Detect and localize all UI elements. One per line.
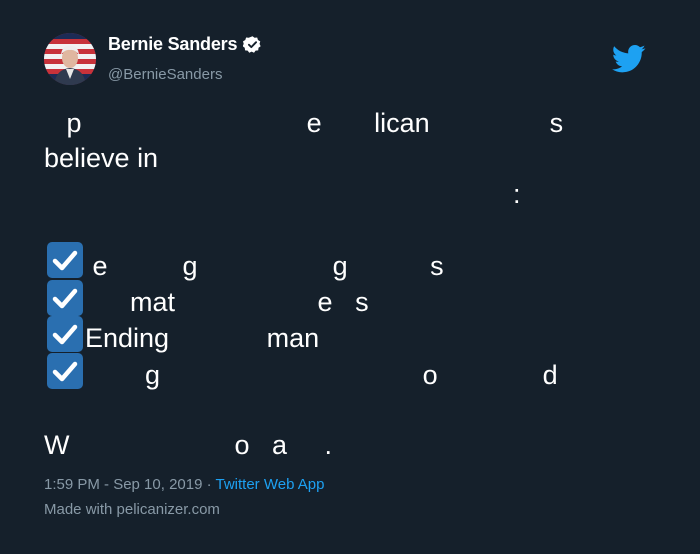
author-handle[interactable]: @BernieSanders <box>108 66 222 83</box>
author-name-row[interactable]: Bernie Sanders <box>108 34 262 55</box>
tweet-timestamp[interactable]: 1:59 PM - Sep 10, 2019 <box>44 476 202 493</box>
avatar[interactable] <box>44 33 96 85</box>
twitter-bird-icon[interactable] <box>611 44 646 74</box>
check-box-icon <box>47 316 83 352</box>
tweet-text-line-1: p e lican s <box>44 108 564 138</box>
display-name[interactable]: Bernie Sanders <box>108 34 237 55</box>
tweet-card: Bernie Sanders @BernieSanders p e lican … <box>0 0 700 554</box>
source-app-link[interactable]: Twitter Web App <box>216 476 325 493</box>
tweet-closing-line: W o a . <box>44 430 333 460</box>
check-box-icon <box>47 353 83 389</box>
check-item-4-text: g o d <box>85 360 558 390</box>
check-item-3-text: Ending man <box>85 323 320 353</box>
meta-separator: · <box>202 476 216 493</box>
check-item-1-text: e g g s <box>85 251 444 281</box>
made-with-credit: Made with pelicanizer.com <box>44 501 220 518</box>
verified-badge-icon <box>242 35 262 54</box>
tweet-meta: 1:59 PM - Sep 10, 2019 · Twitter Web App <box>44 476 324 493</box>
tweet-text-line-2: believe in <box>44 143 159 173</box>
check-box-icon <box>47 280 83 316</box>
check-box-icon <box>47 242 83 278</box>
check-item-2-text: mat e s <box>85 287 369 317</box>
tweet-text-line-3: : <box>513 179 521 209</box>
